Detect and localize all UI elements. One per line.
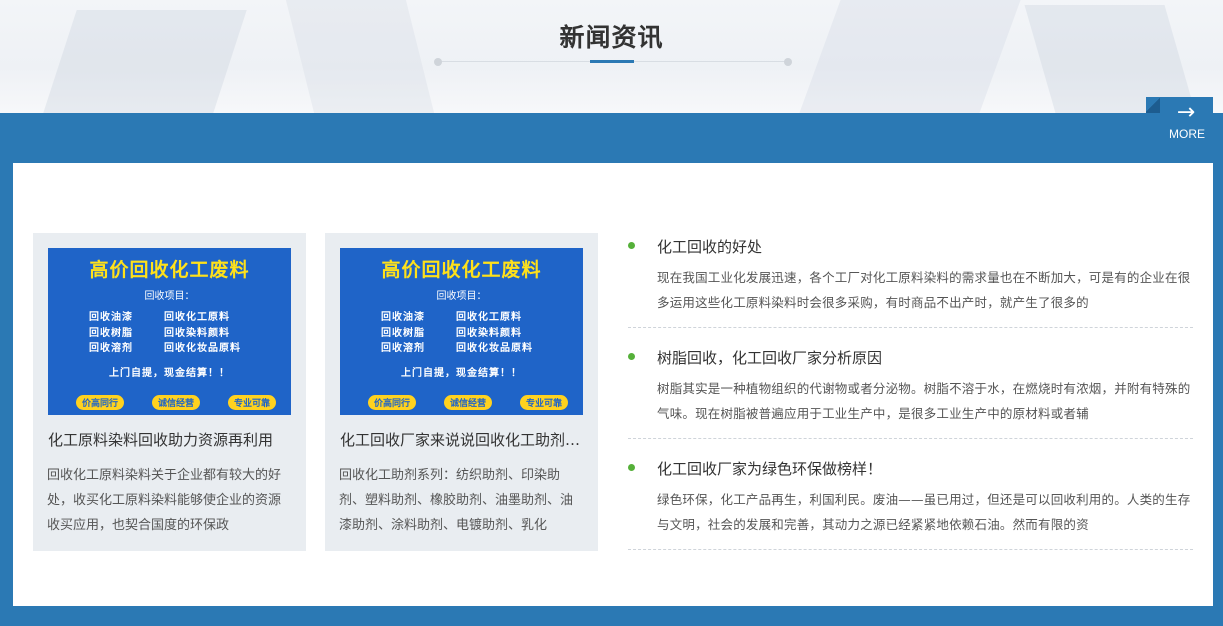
image-item: 回收油漆 xyxy=(381,312,425,323)
image-badge: 专业可靠 xyxy=(227,395,276,410)
news-item-description: 树脂其实是一种植物组织的代谢物或者分泌物。树脂不溶于水，在燃烧时有浓烟，并附有特… xyxy=(657,381,1191,421)
news-divider xyxy=(628,549,1193,550)
news-item-title[interactable]: 化工回收厂家为绿色环保做榜样！ xyxy=(657,458,1187,479)
image-note: 上门自提，现金结算！！ xyxy=(109,368,230,379)
image-item: 回收溶剂 xyxy=(89,343,133,354)
title-accent-bar xyxy=(590,60,634,63)
image-headline: 高价回收化工废料 xyxy=(89,259,250,281)
image-item: 回收油漆 xyxy=(89,312,133,323)
title-divider-dot-left xyxy=(434,58,442,66)
news-item-title[interactable]: 树脂回收，化工回收厂家分析原因 xyxy=(657,347,1187,368)
image-note: 上门自提，现金结算！！ xyxy=(401,368,522,379)
more-tab-corner xyxy=(1146,97,1160,113)
image-item-grid: 回收油漆 回收化工原料 回收树脂 回收染料颜料 回收溶剂 回收化妆品原料 xyxy=(381,310,571,357)
image-subtitle: 回收项目： xyxy=(436,291,487,302)
image-badges: 价高同行 诚信经营 专业可靠 xyxy=(368,395,568,410)
bullet-dot-icon xyxy=(628,353,635,360)
bullet-dot-icon xyxy=(628,464,635,471)
news-divider xyxy=(628,327,1193,328)
news-card[interactable]: 高价回收化工废料 回收项目： 回收油漆 回收化工原料 回收树脂 回收染料颜料 回收溶… xyxy=(33,233,306,551)
image-badge: 诚信经营 xyxy=(443,395,492,410)
image-headline: 高价回收化工废料 xyxy=(381,259,542,281)
news-item-title[interactable]: 化工回收的好处 xyxy=(657,236,1187,257)
image-badge: 价高同行 xyxy=(76,395,125,410)
image-item: 回收化工原料 xyxy=(164,312,230,323)
bullet-dot-icon xyxy=(628,242,635,249)
news-card-description: 回收化工助剂系列：纺织助剂、印染助剂、塑料助剂、橡胶助剂、油墨助剂、油漆助剂、涂… xyxy=(339,468,574,533)
image-item: 回收树脂 xyxy=(381,327,425,339)
news-card-description: 回收化工原料染料关于企业都有较大的好处，收买化工原料染料能够使企业的资源收买应用… xyxy=(47,468,282,533)
news-card[interactable]: 高价回收化工废料 回收项目： 回收油漆 回收化工原料 回收树脂 回收染料颜料 回收溶… xyxy=(325,233,598,551)
news-card-title[interactable]: 化工回收厂家来说说回收化工助剂系列 xyxy=(340,429,585,450)
image-item: 回收树脂 xyxy=(89,327,133,339)
image-item-grid: 回收油漆 回收化工原料 回收树脂 回收染料颜料 回收溶剂 回收化妆品原料 xyxy=(89,310,279,357)
news-item-description: 绿色环保，化工产品再生，利国利民。废油——虽已用过，但还是可以回收利用的。人类的… xyxy=(657,492,1191,532)
image-badge: 价高同行 xyxy=(368,395,417,410)
hero-background xyxy=(0,0,1223,113)
image-badge: 专业可靠 xyxy=(519,395,568,410)
news-divider xyxy=(628,438,1193,439)
background-building-shape xyxy=(285,0,435,113)
news-item-description: 现在我国工业化发展迅速，各个工厂对化工原料染料的需求量也在不断加大，可是有的企业… xyxy=(657,270,1191,310)
image-item: 回收化妆品原料 xyxy=(164,343,241,354)
background-building-shape xyxy=(799,0,1021,113)
news-card-title[interactable]: 化工原料染料回收助力资源再利用 xyxy=(48,429,293,450)
image-item: 回收化妆品原料 xyxy=(456,343,533,354)
image-subtitle: 回收项目： xyxy=(144,291,195,302)
image-item: 回收溶剂 xyxy=(381,343,425,354)
more-label[interactable]: MORE xyxy=(1160,127,1214,141)
arrow-right-icon[interactable]: → xyxy=(1168,100,1204,126)
image-item: 回收染料颜料 xyxy=(456,327,522,339)
title-divider-dot-right xyxy=(784,58,792,66)
section-title: 新闻资讯 xyxy=(559,23,664,52)
news-card-image[interactable]: 高价回收化工废料 回收项目： 回收油漆 回收化工原料 回收树脂 回收染料颜料 回收溶… xyxy=(340,248,583,415)
image-item: 回收化工原料 xyxy=(456,312,522,323)
image-item: 回收染料颜料 xyxy=(164,327,230,339)
news-card-image[interactable]: 高价回收化工废料 回收项目： 回收油漆 回收化工原料 回收树脂 回收染料颜料 回收溶… xyxy=(48,248,291,415)
image-badge: 诚信经营 xyxy=(151,395,200,410)
image-badges: 价高同行 诚信经营 专业可靠 xyxy=(76,395,276,410)
